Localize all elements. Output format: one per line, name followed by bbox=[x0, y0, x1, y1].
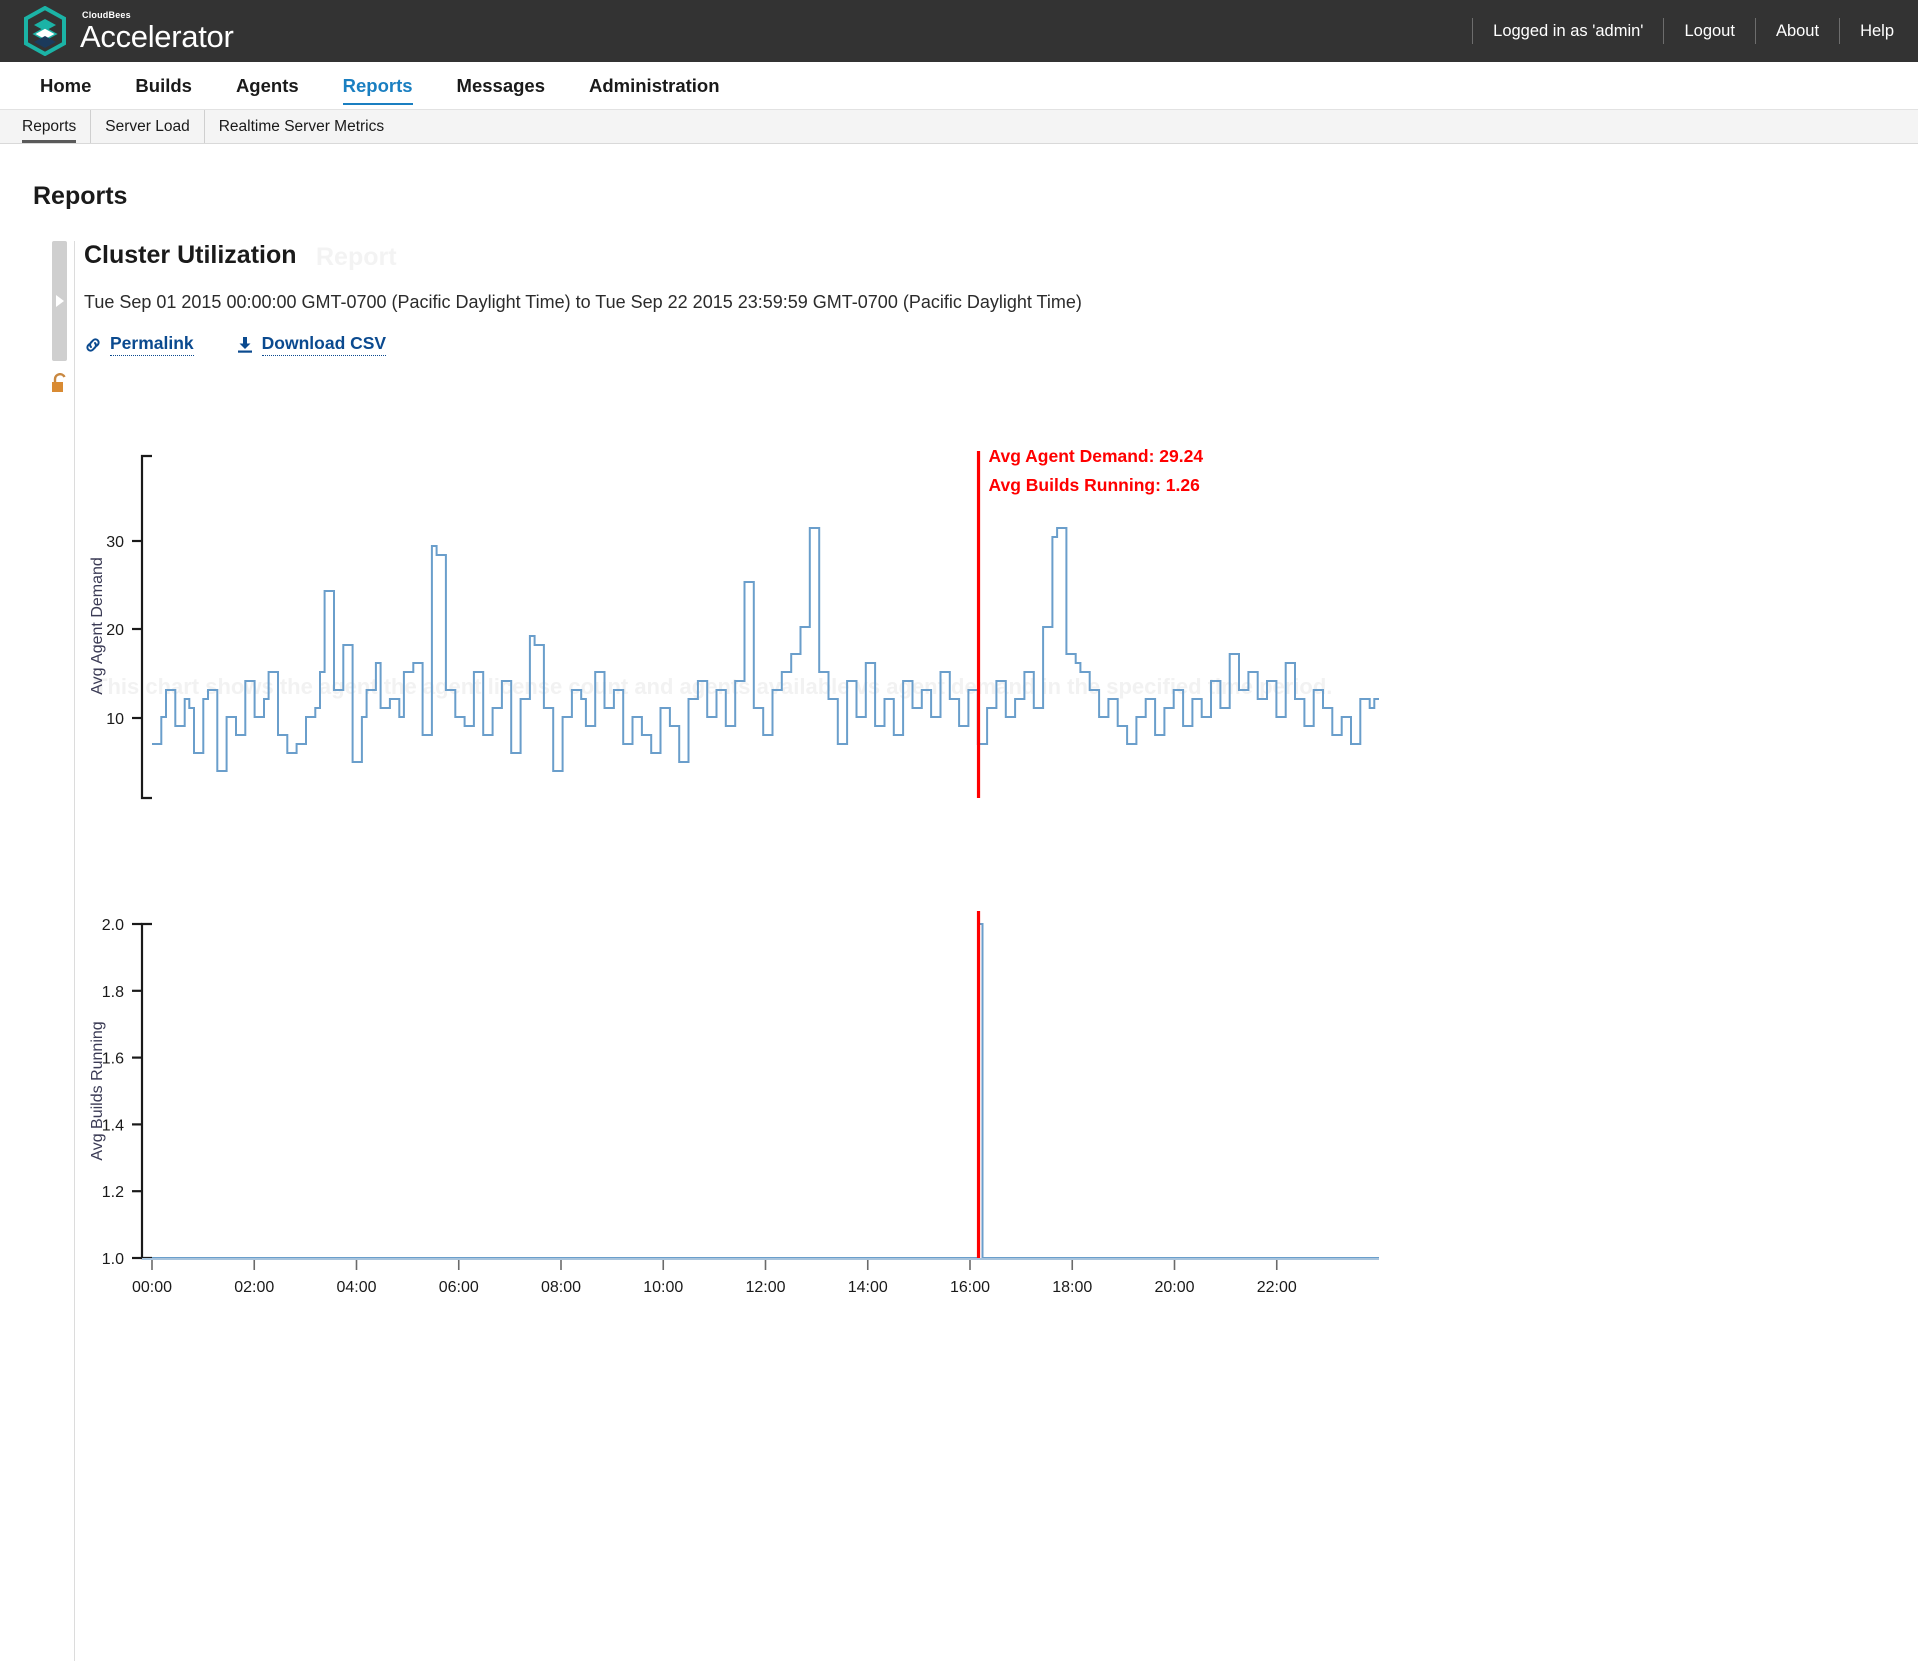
y-tick-label: 20 bbox=[106, 622, 124, 639]
builds-running-plot: 1.01.21.41.61.82.0 Avg Builds Running 00… bbox=[89, 911, 1379, 1296]
link-icon bbox=[86, 337, 100, 352]
header-right-menu: Logged in as 'admin' Logout About Help bbox=[1472, 0, 1918, 62]
builds-running-ticks: 1.01.21.41.61.82.0 bbox=[102, 917, 142, 1268]
download-csv-label: Download CSV bbox=[261, 333, 387, 356]
x-tick-label: 18:00 bbox=[1052, 1279, 1092, 1296]
panel-divider-line bbox=[74, 241, 75, 1661]
sidebar-splitter-handle[interactable] bbox=[52, 241, 67, 361]
y-tick-label: 1.8 bbox=[102, 984, 124, 1001]
nav-item-home[interactable]: Home bbox=[18, 62, 113, 109]
annotation-agent-demand: Avg Agent Demand: 29.24 bbox=[989, 446, 1204, 466]
report-body: Report Cluster Utilization Tue Sep 01 20… bbox=[0, 241, 1918, 1476]
nav-item-reports[interactable]: Reports bbox=[321, 62, 435, 109]
help-link[interactable]: Help bbox=[1840, 22, 1918, 41]
report-action-links: Permalink Download CSV bbox=[84, 333, 1918, 356]
y-tick-label: 10 bbox=[106, 711, 124, 728]
nav-item-agents[interactable]: Agents bbox=[214, 62, 321, 109]
x-tick-label: 16:00 bbox=[950, 1279, 990, 1296]
x-tick-label: 06:00 bbox=[439, 1279, 479, 1296]
agent-demand-line bbox=[152, 527, 1379, 772]
logout-link[interactable]: Logout bbox=[1664, 22, 1754, 41]
unlocked-padlock-icon[interactable] bbox=[50, 373, 70, 395]
agent-demand-plot: 30 20 10 Avg Agent Demand Avg Agent Dema… bbox=[89, 446, 1379, 800]
x-tick-label: 02:00 bbox=[234, 1279, 274, 1296]
nav-item-messages[interactable]: Messages bbox=[435, 62, 567, 109]
agent-demand-y-axis bbox=[140, 454, 152, 800]
x-tick-label: 14:00 bbox=[848, 1279, 888, 1296]
y-tick-label: 30 bbox=[106, 534, 124, 551]
x-tick-label: 12:00 bbox=[745, 1279, 785, 1296]
main-navigation: Home Builds Agents Reports Messages Admi… bbox=[0, 62, 1918, 110]
logged-in-status: Logged in as 'admin' bbox=[1493, 21, 1644, 40]
x-tick-label: 10:00 bbox=[643, 1279, 683, 1296]
x-tick-label: 20:00 bbox=[1154, 1279, 1194, 1296]
x-axis-ticks: 00:00 02:00 04:00 06:00 08:00 10:00 12:00 14:00… bbox=[132, 1260, 1297, 1296]
x-tick-label: 00:00 bbox=[132, 1279, 172, 1296]
subnav-item-server-load[interactable]: Server Load bbox=[91, 110, 205, 143]
report-header: Report Cluster Utilization Tue Sep 01 20… bbox=[84, 241, 1918, 356]
brand-title: Accelerator bbox=[80, 18, 234, 54]
agent-demand-y-axis-label: Avg Agent Demand bbox=[89, 557, 106, 695]
download-icon bbox=[237, 336, 252, 353]
download-csv-button[interactable]: Download CSV bbox=[236, 333, 387, 356]
annotation-builds-running: Avg Builds Running: 1.26 bbox=[989, 475, 1201, 495]
sub-navigation: Reports Server Load Realtime Server Metr… bbox=[0, 110, 1918, 144]
about-link[interactable]: About bbox=[1756, 22, 1839, 41]
report-area: Report Cluster Utilization Tue Sep 01 20… bbox=[0, 241, 1918, 1661]
cluster-utilization-chart[interactable]: This chart shows the agent the agent lic… bbox=[84, 446, 1684, 1476]
permalink-button[interactable]: Permalink bbox=[84, 333, 194, 356]
page-title: Reports bbox=[33, 182, 128, 210]
report-date-range: Tue Sep 01 2015 00:00:00 GMT-0700 (Pacif… bbox=[84, 292, 1082, 312]
report-name: Cluster Utilization bbox=[84, 241, 297, 269]
builds-running-y-axis-label: Avg Builds Running bbox=[89, 1021, 106, 1160]
nav-item-builds[interactable]: Builds bbox=[113, 62, 214, 109]
charts-container: This chart shows the agent the agent lic… bbox=[84, 446, 1918, 1476]
builds-running-line bbox=[152, 923, 1379, 1259]
y-tick-label: 1.2 bbox=[102, 1184, 124, 1201]
permalink-label: Permalink bbox=[110, 333, 194, 356]
ghost-description-text: This chart shows the agent the agent lic… bbox=[94, 674, 1332, 699]
y-tick-label: 1.0 bbox=[102, 1251, 124, 1268]
nav-item-administration[interactable]: Administration bbox=[567, 62, 742, 109]
builds-running-y-axis bbox=[140, 922, 152, 1260]
cloudbees-hexagon-logo-icon bbox=[24, 6, 66, 56]
chevron-right-icon bbox=[55, 295, 64, 307]
x-tick-label: 08:00 bbox=[541, 1279, 581, 1296]
brand-logo-block[interactable]: CloudBees Accelerator bbox=[22, 6, 234, 56]
y-tick-label: 2.0 bbox=[102, 917, 124, 934]
subnav-item-realtime-server-metrics[interactable]: Realtime Server Metrics bbox=[205, 110, 398, 143]
subnav-item-reports[interactable]: Reports bbox=[22, 110, 92, 143]
top-header-bar: CloudBees Accelerator Logged in as 'admi… bbox=[0, 0, 1918, 62]
x-tick-label: 04:00 bbox=[336, 1279, 376, 1296]
x-tick-label: 22:00 bbox=[1257, 1279, 1297, 1296]
